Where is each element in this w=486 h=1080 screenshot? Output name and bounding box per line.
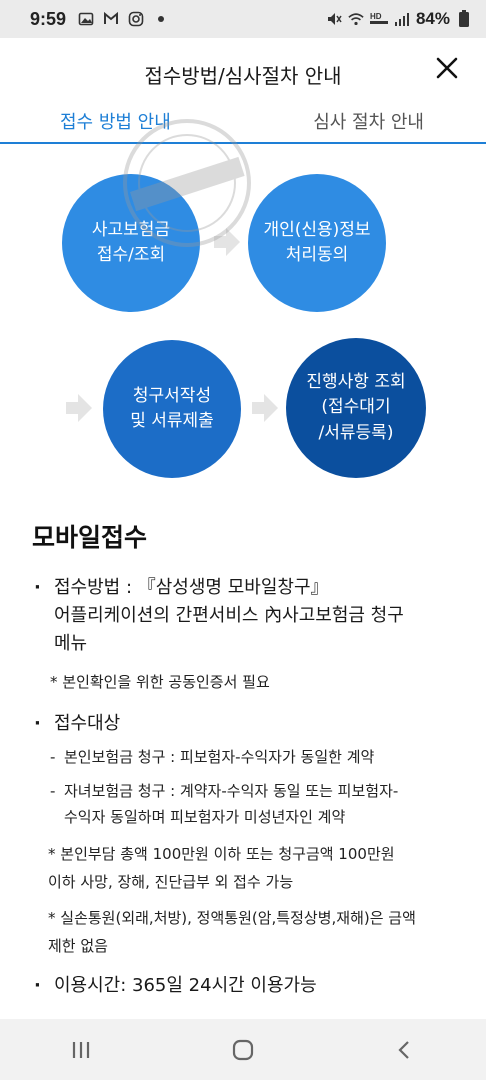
- close-icon: [436, 57, 458, 79]
- system-nav-bar: [0, 1019, 486, 1080]
- watermark-stamp: [123, 119, 251, 247]
- mobile-receipt-section: 모바일접수 접수방법 : 『삼성생명 모바일창구』 어플리케이션의 간편서비스 …: [32, 518, 462, 1000]
- status-bar: 9:59 HD 84%: [0, 0, 486, 38]
- note-line: 이하 사망, 장해, 진단급부 외 접수 가능: [48, 873, 294, 891]
- note-line: * 실손통원(외래,처방), 정액통원(암,특정상병,재해)은 금액: [48, 909, 416, 927]
- target-note: * 본인부담 총액 100만원 이하 또는 청구금액 100만원 이하 사망, …: [32, 840, 462, 896]
- method-note: * 본인확인을 위한 공동인증서 필요: [50, 673, 270, 691]
- target-note: * 실손통원(외래,처방), 정액통원(암,특정상병,재해)은 금액 제한 없음: [32, 904, 462, 960]
- step-label-line: 처리동의: [285, 245, 349, 265]
- gmail-icon: [103, 11, 119, 27]
- recent-apps-button[interactable]: [51, 1030, 111, 1070]
- page-title: 접수방법/심사절차 안내: [144, 64, 342, 88]
- image-icon: [78, 11, 94, 27]
- battery-icon: [456, 10, 472, 27]
- target-item-line: 수익자 동일하며 피보험자가 미성년자인 계약: [64, 808, 346, 826]
- target-label: 접수대상: [32, 710, 462, 738]
- step-label-line: 및 서류제출: [130, 411, 214, 431]
- method-line: 접수방법 : 『삼성생명 모바일창구』: [54, 577, 329, 598]
- battery-percent: 84%: [415, 9, 450, 28]
- mute-icon: [326, 11, 342, 27]
- hours-item: 이용시간: 365일 24시간 이용가능: [32, 972, 462, 1000]
- hd-voice-icon: HD: [369, 11, 388, 27]
- target-item: 본인보험금 청구 : 피보험자-수익자가 동일한 계약: [32, 744, 462, 770]
- target-item: 자녀보험금 청구 : 계약자-수익자 동일 또는 피보험자- 수익자 동일하며 …: [32, 778, 462, 830]
- dot-icon: [153, 11, 169, 27]
- back-button[interactable]: [375, 1030, 435, 1070]
- method-item: 접수방법 : 『삼성생명 모바일창구』 어플리케이션의 간편서비스 內사고보험금…: [32, 574, 462, 658]
- step-label-line: (접수대기: [321, 397, 391, 418]
- step-label-line: 진행사항 조회: [306, 371, 406, 392]
- method-line: 메뉴: [54, 633, 88, 654]
- step-privacy-consent[interactable]: 개인(신용)정보 처리동의: [248, 174, 386, 312]
- arrow-right-icon: [66, 394, 92, 422]
- home-button[interactable]: [213, 1030, 273, 1070]
- step-label-line: 개인(신용)정보: [263, 219, 371, 240]
- recent-apps-icon: [72, 1041, 90, 1058]
- home-icon: [232, 1039, 254, 1060]
- step-claim-documents[interactable]: 청구서작성 및 서류제출: [103, 340, 241, 478]
- status-time: 9:59: [30, 8, 67, 29]
- wifi-icon: [348, 11, 364, 27]
- instagram-icon: [128, 11, 144, 27]
- step-label-line: /서류등록): [318, 422, 394, 443]
- signal-icon: [394, 11, 410, 27]
- close-button[interactable]: [432, 53, 462, 83]
- method-line: 어플리케이션의 간편서비스 內사고보험금 청구: [54, 605, 404, 626]
- back-icon: [398, 1040, 409, 1059]
- page-header: 접수방법/심사절차 안내: [0, 38, 486, 100]
- svg-text:HD: HD: [370, 12, 382, 21]
- note-line: 제한 없음: [48, 937, 108, 955]
- note-line: * 본인부담 총액 100만원 이하 또는 청구금액 100만원: [48, 845, 395, 863]
- target-item-line: 자녀보험금 청구 : 계약자-수익자 동일 또는 피보험자-: [64, 782, 399, 800]
- section-heading: 모바일접수: [32, 523, 148, 552]
- tab-review-procedure[interactable]: 심사 절차 안내: [313, 100, 424, 142]
- arrow-right-icon: [252, 394, 278, 422]
- step-label-line: 청구서작성: [132, 385, 212, 406]
- step-progress-inquiry[interactable]: 진행사항 조회 (접수대기 /서류등록): [286, 338, 426, 478]
